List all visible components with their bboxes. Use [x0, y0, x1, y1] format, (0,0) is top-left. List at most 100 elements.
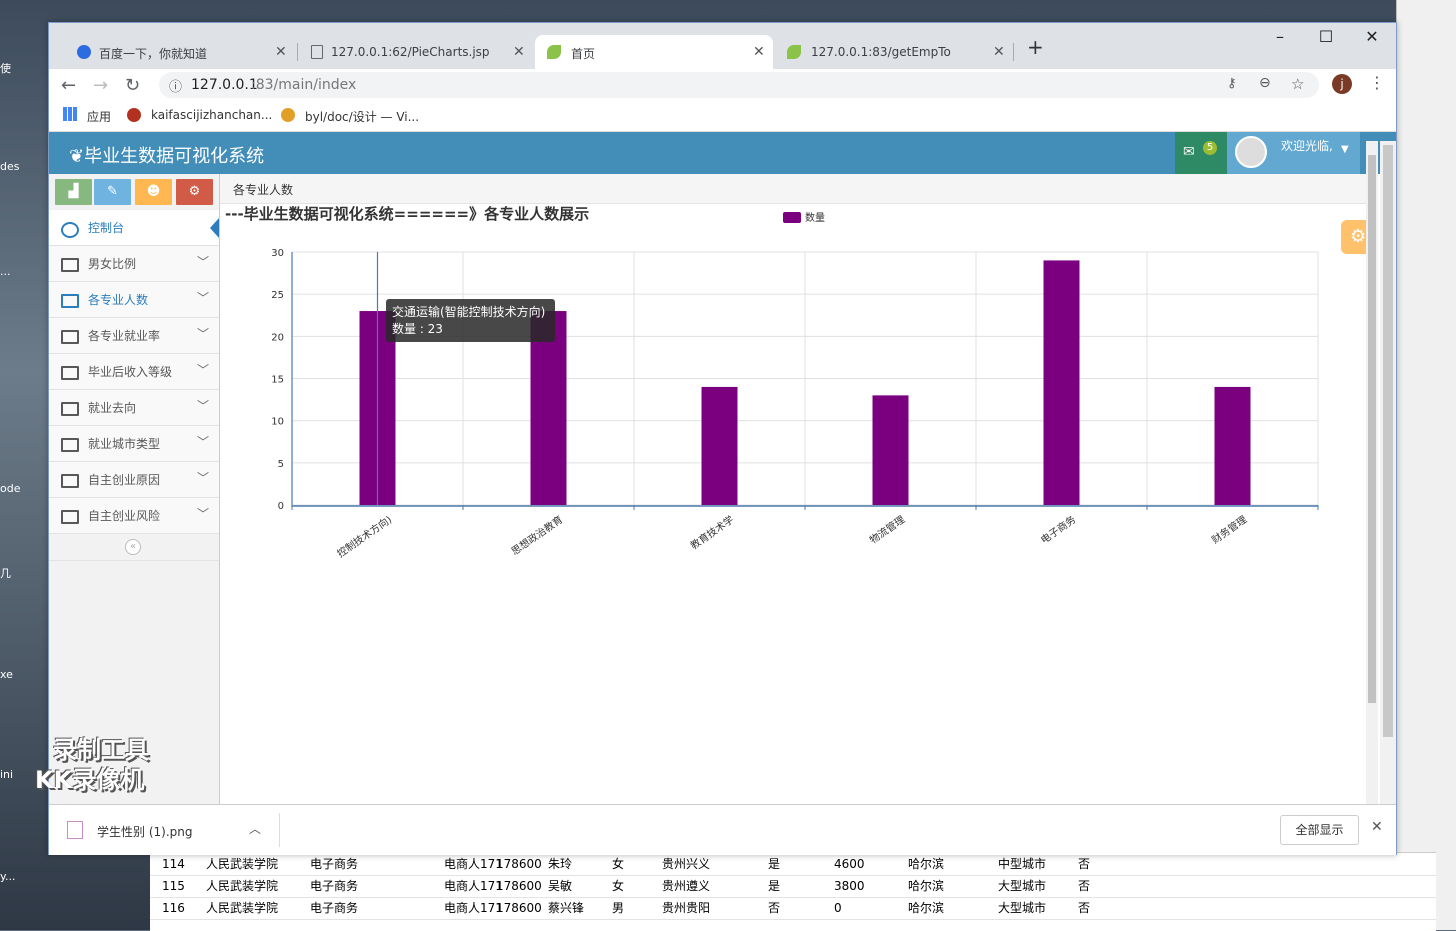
- zoom-icon[interactable]: ⊖: [1259, 75, 1271, 91]
- baidu-icon: [77, 45, 91, 59]
- desktop-icon: [61, 330, 79, 344]
- tab-separator: [1013, 43, 1014, 61]
- download-filename[interactable]: 学生性别 (1).png: [97, 823, 192, 840]
- tab-piecharts[interactable]: 127.0.0.1:62/PieCharts.jsp ✕: [297, 35, 533, 69]
- desktop-icon-label[interactable]: des: [0, 160, 19, 173]
- image-file-icon: [67, 821, 83, 839]
- background-window: [1396, 0, 1456, 930]
- forward-icon[interactable]: →: [93, 75, 108, 96]
- desktop-icon: [61, 474, 79, 488]
- close-icon[interactable]: ✕: [275, 44, 287, 60]
- sidebar-item[interactable]: 男女比例 ﹀: [49, 246, 219, 282]
- user-menu[interactable]: 欢迎光临, ▼: [1227, 132, 1360, 174]
- sidebar-item[interactable]: 各专业人数 ﹀: [49, 282, 219, 318]
- sidebar-item[interactable]: 控制台: [49, 210, 219, 246]
- window-scrollbar[interactable]: [1380, 141, 1396, 824]
- gear-icon: ⚙: [1350, 226, 1367, 247]
- tab-home[interactable]: 首页 ✕: [535, 35, 773, 69]
- sidebar-item-label: 控制台: [88, 221, 125, 235]
- sidebar-item-label: 就业城市类型: [88, 437, 161, 451]
- chart-title: ---毕业生数据可视化系统======》各专业人数展示: [225, 205, 589, 223]
- minimize-button[interactable]: –: [1257, 27, 1303, 46]
- desktop-icon-label[interactable]: 几: [0, 565, 11, 581]
- star-icon[interactable]: ☆: [1291, 75, 1304, 93]
- sidebar-item[interactable]: 自主创业原因 ﹀: [49, 462, 219, 498]
- table-cell: 是: [768, 857, 781, 871]
- bookmark-apps[interactable]: 应用: [87, 108, 111, 125]
- info-icon[interactable]: ⓘ: [169, 76, 182, 95]
- desktop-icon-label[interactable]: xe: [0, 668, 13, 681]
- y-tick-label: 15: [271, 375, 284, 386]
- address-bar[interactable]: ⓘ 127.0.0.1 :83/main/index ⚷ ⊖ ☆: [159, 72, 1319, 98]
- breadcrumb-item[interactable]: 各专业人数: [233, 181, 293, 198]
- desktop-icon-label[interactable]: ode: [0, 482, 20, 495]
- desktop-icon: [61, 438, 79, 452]
- bar: [872, 395, 909, 505]
- sidebar-item-label: 就业去向: [88, 401, 137, 415]
- close-icon[interactable]: ✕: [993, 44, 1005, 60]
- chart-shortcut-button[interactable]: ▟: [55, 179, 92, 205]
- mail-button[interactable]: ✉ 5: [1175, 132, 1227, 174]
- tab-title: 百度一下，你就知道: [99, 47, 208, 61]
- cogs-shortcut-button[interactable]: ⚙: [176, 179, 213, 205]
- tooltip-value: 数量 : 23: [392, 321, 443, 336]
- table-cell: 4600: [834, 857, 865, 871]
- new-tab-button[interactable]: +: [1027, 35, 1044, 59]
- profile-avatar[interactable]: j: [1332, 74, 1352, 94]
- sidebar-item-label: 各专业就业率: [88, 329, 161, 343]
- bar: [1043, 260, 1080, 505]
- close-icon[interactable]: ✕: [753, 44, 765, 60]
- page-scrollbar[interactable]: [1366, 141, 1378, 824]
- tab-getempto[interactable]: 127.0.0.1:83/getEmpTo ✕: [775, 35, 1011, 69]
- pencil-shortcut-button[interactable]: ✎: [94, 179, 131, 205]
- table-row[interactable]: 114 人民武装学院 电子商务 电商人171 178600 朱玲 女 贵州兴义 是 4600 哈尔滨…: [150, 853, 1436, 876]
- table-cell: 电商人171: [444, 901, 503, 915]
- table-cell: 贵州兴义: [662, 857, 711, 871]
- table-cell: 哈尔滨: [908, 879, 945, 893]
- browser-toolbar: ← → ↻ ⓘ 127.0.0.1 :83/main/index ⚷ ⊖ ☆ j…: [49, 69, 1396, 101]
- close-icon[interactable]: ✕: [1371, 819, 1383, 835]
- desktop-icon: [61, 510, 79, 524]
- sidebar-item[interactable]: 就业去向 ﹀: [49, 390, 219, 426]
- close-window-button[interactable]: ✕: [1349, 27, 1395, 46]
- desktop-icon-label[interactable]: y...: [0, 870, 15, 883]
- x-tick-label: 电子商务: [1038, 513, 1078, 547]
- table-cell: 人民武装学院: [206, 857, 279, 871]
- menu-icon[interactable]: ⋮: [1369, 73, 1385, 92]
- back-icon[interactable]: ←: [61, 75, 76, 96]
- table-row[interactable]: 116 人民武装学院 电子商务 电商人171 178600 蔡兴锋 男 贵州贵阳 否 0 哈尔滨 大型…: [150, 897, 1436, 920]
- bookmark-item[interactable]: kaifascijizhanchan...: [151, 108, 272, 122]
- sidebar-item[interactable]: 自主创业风险 ﹀: [49, 498, 219, 534]
- document-icon: [311, 45, 323, 59]
- sidebar-item[interactable]: 各专业就业率 ﹀: [49, 318, 219, 354]
- apps-icon: [63, 107, 77, 121]
- table-cell: 电商人171: [444, 857, 503, 871]
- tab-title: 127.0.0.1:83/getEmpTo: [811, 45, 951, 59]
- table-cell: 蔡兴锋: [548, 901, 585, 915]
- sidebar-item[interactable]: 毕业后收入等级 ﹀: [49, 354, 219, 390]
- reload-icon[interactable]: ↻: [125, 75, 140, 96]
- table-row[interactable]: 115 人民武装学院 电子商务 电商人171 178600 吴敏 女 贵州遵义 是 3800 哈尔滨…: [150, 875, 1436, 898]
- sidebar-item[interactable]: 就业城市类型 ﹀: [49, 426, 219, 462]
- desktop-icon: [61, 294, 79, 308]
- users-shortcut-button[interactable]: ☻: [135, 179, 172, 205]
- tab-baidu[interactable]: 百度一下，你就知道 ✕: [57, 35, 295, 69]
- chevron-up-icon[interactable]: ︿: [249, 820, 261, 837]
- desktop-icon-label[interactable]: ini: [0, 768, 13, 781]
- y-tick-label: 20: [271, 332, 284, 343]
- maximize-button[interactable]: ☐: [1303, 27, 1349, 46]
- table-cell: 是: [768, 879, 781, 893]
- desktop-icon: [61, 366, 79, 380]
- bookmark-item[interactable]: byl/doc/设计 — Vi...: [305, 108, 419, 125]
- show-all-button[interactable]: 全部显示: [1280, 815, 1359, 845]
- key-icon[interactable]: ⚷: [1227, 76, 1237, 91]
- table-cell: 178600: [496, 857, 542, 871]
- app-title[interactable]: ❦毕业生数据可视化系统: [69, 142, 264, 168]
- leaf-icon: [547, 45, 561, 59]
- desktop-icon-label[interactable]: ...: [0, 265, 11, 278]
- close-icon[interactable]: ✕: [513, 44, 525, 60]
- collapse-icon[interactable]: «: [125, 539, 141, 555]
- desktop-icon-label[interactable]: 使: [0, 60, 11, 76]
- legend-swatch: [783, 212, 801, 223]
- bar-chart: ---毕业生数据可视化系统======》各专业人数展示 数量 0 5 10 15 20 25 3…: [225, 205, 1319, 560]
